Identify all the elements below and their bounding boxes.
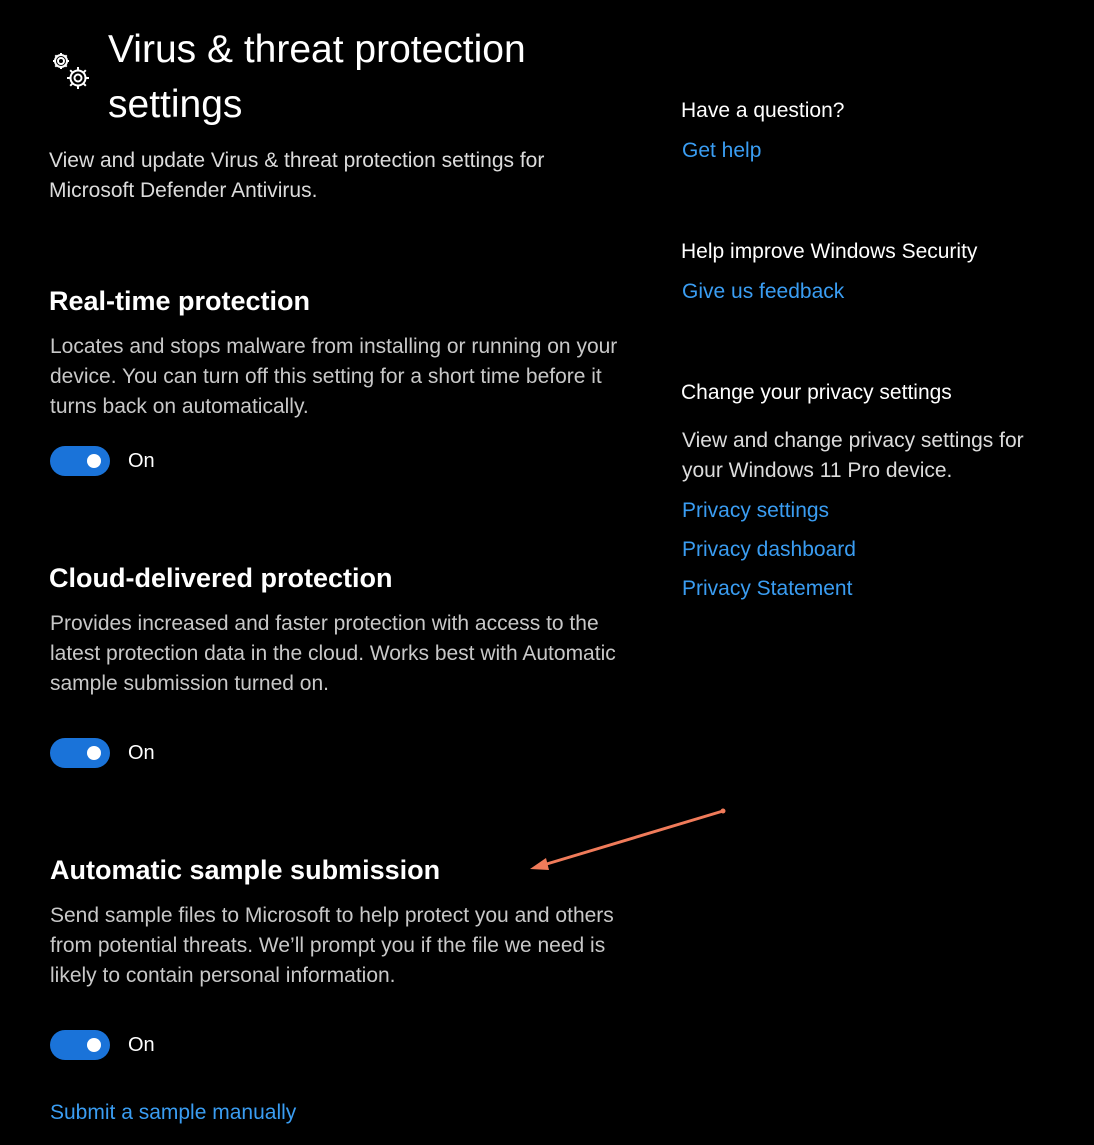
realtime-protection-description: Locates and stops malware from installin…: [50, 335, 618, 418]
sample-submission-state: On: [128, 1033, 155, 1056]
get-help-link[interactable]: Get help: [682, 137, 761, 165]
realtime-protection-toggle[interactable]: [50, 446, 110, 476]
toggle-knob: [87, 746, 101, 760]
sample-submission-description: Send sample files to Microsoft to help p…: [50, 904, 614, 987]
gears-icon: [53, 53, 89, 89]
page-description: View and update Virus & threat protectio…: [49, 149, 545, 202]
cloud-protection-description: Provides increased and faster protection…: [50, 612, 616, 695]
cloud-protection-toggle-row: On: [50, 738, 155, 768]
help-improve-heading: Help improve Windows Security: [681, 240, 978, 263]
realtime-protection-heading: Real-time protection: [49, 286, 311, 316]
realtime-protection-state: On: [128, 449, 155, 472]
privacy-settings-link[interactable]: Privacy settings: [682, 497, 829, 525]
have-a-question-heading: Have a question?: [681, 99, 845, 122]
page-title: Virus & threat protection settings: [108, 28, 526, 126]
give-feedback-link[interactable]: Give us feedback: [682, 278, 844, 306]
cloud-protection-toggle[interactable]: [50, 738, 110, 768]
privacy-settings-heading: Change your privacy settings: [681, 381, 952, 404]
privacy-statement-link[interactable]: Privacy Statement: [682, 575, 852, 603]
sample-submission-heading: Automatic sample submission: [50, 855, 441, 885]
toggle-knob: [87, 454, 101, 468]
realtime-protection-toggle-row: On: [50, 446, 155, 476]
toggle-knob: [87, 1038, 101, 1052]
sample-submission-toggle-row: On: [50, 1030, 155, 1060]
sample-submission-toggle[interactable]: [50, 1030, 110, 1060]
privacy-dashboard-link[interactable]: Privacy dashboard: [682, 536, 856, 564]
submit-sample-manually-link[interactable]: Submit a sample manually: [50, 1099, 296, 1127]
cloud-protection-heading: Cloud-delivered protection: [49, 563, 393, 593]
privacy-description: View and change privacy settings for you…: [682, 429, 1024, 482]
cloud-protection-state: On: [128, 741, 155, 764]
